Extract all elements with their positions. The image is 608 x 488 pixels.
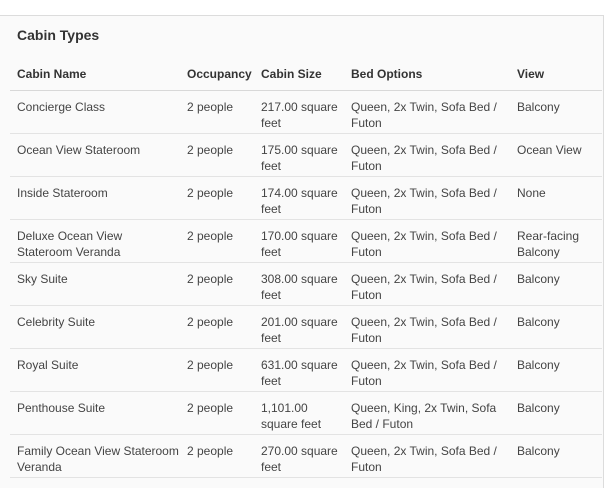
occupancy-cell: 2 people: [187, 272, 234, 286]
view-cell: Balcony: [517, 315, 560, 329]
view-cell: Balcony: [517, 444, 560, 458]
bed-options-cell: Queen, 2x Twin, Sofa Bed / Futon: [351, 444, 497, 474]
header-view: View: [517, 67, 545, 81]
occupancy-cell: 2 people: [187, 401, 234, 415]
section-title: Cabin Types: [17, 27, 100, 43]
bed-options-cell: Queen, 2x Twin, Sofa Bed / Futon: [351, 186, 497, 216]
bed-options-cell: Queen, 2x Twin, Sofa Bed / Futon: [351, 143, 497, 173]
table-row: Deluxe Ocean View Stateroom Veranda 2 pe…: [10, 220, 602, 263]
cabin-types-panel: Cabin Types Cabin Name Occupancy Cabin S…: [0, 15, 604, 488]
view-cell: Balcony: [517, 358, 560, 372]
cabin-name-cell: Ocean View Stateroom: [17, 143, 141, 157]
table-row: Ocean View Stateroom 2 people 175.00 squ…: [10, 134, 602, 177]
table-row: Penthouse Suite 2 people 1,101.00 square…: [10, 392, 602, 435]
header-occupancy: Occupancy: [187, 67, 252, 81]
cabin-size-cell: 175.00 square feet: [261, 143, 338, 173]
occupancy-cell: 2 people: [187, 444, 234, 458]
view-cell: Balcony: [517, 401, 560, 415]
bed-options-cell: Queen, 2x Twin, Sofa Bed / Futon: [351, 272, 497, 302]
table-row: Celebrity Suite 2 people 201.00 square f…: [10, 306, 602, 349]
cabin-size-cell: 270.00 square feet: [261, 444, 338, 474]
bed-options-cell: Queen, 2x Twin, Sofa Bed / Futon: [351, 315, 497, 345]
header-cabin-size: Cabin Size: [261, 67, 322, 81]
cabin-size-cell: 1,101.00 square feet: [261, 401, 322, 431]
occupancy-cell: 2 people: [187, 143, 234, 157]
view-cell: None: [517, 186, 546, 200]
bed-options-cell: Queen, 2x Twin, Sofa Bed / Futon: [351, 358, 497, 388]
occupancy-cell: 2 people: [187, 229, 234, 243]
cabin-name-cell: Royal Suite: [17, 358, 79, 372]
bed-options-cell: Queen, 2x Twin, Sofa Bed / Futon: [351, 229, 497, 259]
cabin-size-cell: 170.00 square feet: [261, 229, 338, 259]
cabin-size-cell: 308.00 square feet: [261, 272, 338, 302]
occupancy-cell: 2 people: [187, 315, 234, 329]
cabin-name-cell: Concierge Class: [17, 100, 106, 114]
header-bed-options: Bed Options: [351, 67, 423, 81]
cabin-types-table: Cabin Name Occupancy Cabin Size Bed Opti…: [10, 58, 602, 478]
bed-options-cell: Queen, 2x Twin, Sofa Bed / Futon: [351, 100, 497, 130]
cabin-size-cell: 631.00 square feet: [261, 358, 338, 388]
cabin-name-cell: Celebrity Suite: [17, 315, 96, 329]
cabin-size-cell: 217.00 square feet: [261, 100, 338, 130]
view-cell: Ocean View: [517, 143, 582, 157]
cabin-name-cell: Sky Suite: [17, 272, 68, 286]
view-cell: Balcony: [517, 272, 560, 286]
page-top-strip: [0, 0, 606, 15]
table-row: Concierge Class 2 people 217.00 square f…: [10, 91, 602, 134]
view-cell: Rear-facing Balcony: [517, 229, 580, 259]
table-row: Family Ocean View Stateroom Veranda 2 pe…: [10, 435, 602, 478]
header-cabin-name: Cabin Name: [17, 67, 87, 81]
cabin-name-cell: Inside Stateroom: [17, 186, 108, 200]
cabin-name-cell: Deluxe Ocean View Stateroom Veranda: [17, 229, 123, 259]
bed-options-cell: Queen, King, 2x Twin, Sofa Bed / Futon: [351, 401, 497, 431]
cabin-size-cell: 174.00 square feet: [261, 186, 338, 216]
occupancy-cell: 2 people: [187, 358, 234, 372]
cabin-name-cell: Penthouse Suite: [17, 401, 106, 415]
table-row: Inside Stateroom 2 people 174.00 square …: [10, 177, 602, 220]
cabin-name-cell: Family Ocean View Stateroom Veranda: [17, 444, 179, 474]
occupancy-cell: 2 people: [187, 100, 234, 114]
table-header-row: Cabin Name Occupancy Cabin Size Bed Opti…: [10, 58, 602, 91]
table-row: Royal Suite 2 people 631.00 square feet …: [10, 349, 602, 392]
table-row: Sky Suite 2 people 308.00 square feet Qu…: [10, 263, 602, 306]
view-cell: Balcony: [517, 100, 560, 114]
occupancy-cell: 2 people: [187, 186, 234, 200]
cabin-size-cell: 201.00 square feet: [261, 315, 338, 345]
